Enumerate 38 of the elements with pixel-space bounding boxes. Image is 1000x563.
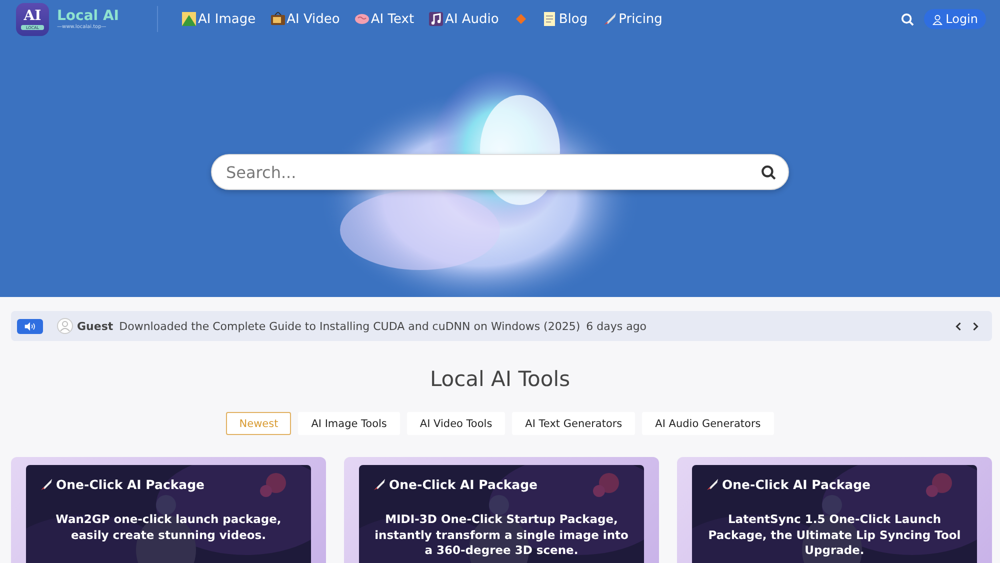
category-tab[interactable]: AI Image Tools — [298, 412, 400, 435]
avatar-icon — [57, 318, 73, 334]
diamond-icon — [514, 12, 528, 26]
nav-link[interactable]: AI Image — [182, 12, 256, 26]
category-tab[interactable]: AI Text Generators — [512, 412, 636, 435]
card-description: MIDI-3D One-Click Startup Package, instantly transform a single image into a 360-degree 3D scene. — [374, 512, 630, 558]
card-description: LatentSync 1.5 One-Click Launch Package, the Ultimate Lip Syncing Tool Upgrade. — [707, 512, 962, 558]
search-field[interactable]: Search... — [211, 154, 789, 190]
tool-card[interactable]: One-Click AI Package MIDI-3D One-Click Startup Package, instantly transform a single image into a 360-degree 3D scene. — [344, 457, 659, 563]
nav-link[interactable]: AI Video — [270, 12, 340, 26]
user-name: Guest — [77, 320, 114, 332]
tool-card[interactable]: One-Click AI Package LatentSync 1.5 One-Click Launch Package, the Ultimate Lip Syncing Tool Upgrade. — [677, 457, 992, 563]
chevron-left-icon — [955, 322, 962, 330]
category-tab[interactable]: AI Audio Generators — [642, 412, 774, 435]
category-tab[interactable]: AI Video Tools — [406, 412, 506, 435]
nav-link[interactable]: Pricing — [602, 12, 662, 26]
notice-time: 6 days ago — [586, 320, 647, 332]
site-name[interactable]: Local AI — [57, 8, 120, 24]
card-description: Wan2GP one-click launch package, easily create stunning videos. — [54, 512, 282, 543]
speaker-icon — [17, 318, 43, 334]
nav-link[interactable]: AI Text — [354, 12, 414, 26]
login-button[interactable]: Login — [924, 9, 986, 29]
card-category: One-Click AI Package — [722, 477, 871, 492]
search-icon[interactable] — [761, 164, 776, 180]
category-tab[interactable]: Newest — [226, 412, 292, 435]
section-title: Local AI Tools — [428, 367, 572, 391]
user-icon — [932, 14, 943, 24]
card-category: One-Click AI Package — [389, 477, 538, 492]
tv-icon — [270, 12, 285, 26]
mountain-icon — [182, 12, 196, 26]
notice-message: Downloaded the Complete Guide to Installing CUDA and cuDNN on Windows (2025) — [119, 320, 580, 332]
music-icon — [429, 12, 444, 26]
nav-link[interactable]: AI Audio — [429, 12, 499, 26]
note-icon — [542, 12, 557, 26]
chevron-right-icon — [972, 322, 979, 330]
card-category: One-Click AI Package — [56, 477, 205, 492]
nav-link[interactable]: Blog — [542, 12, 588, 26]
tool-card[interactable]: One-Click AI Package Wan2GP one-click launch package, easily create stunning videos. — [11, 457, 326, 563]
